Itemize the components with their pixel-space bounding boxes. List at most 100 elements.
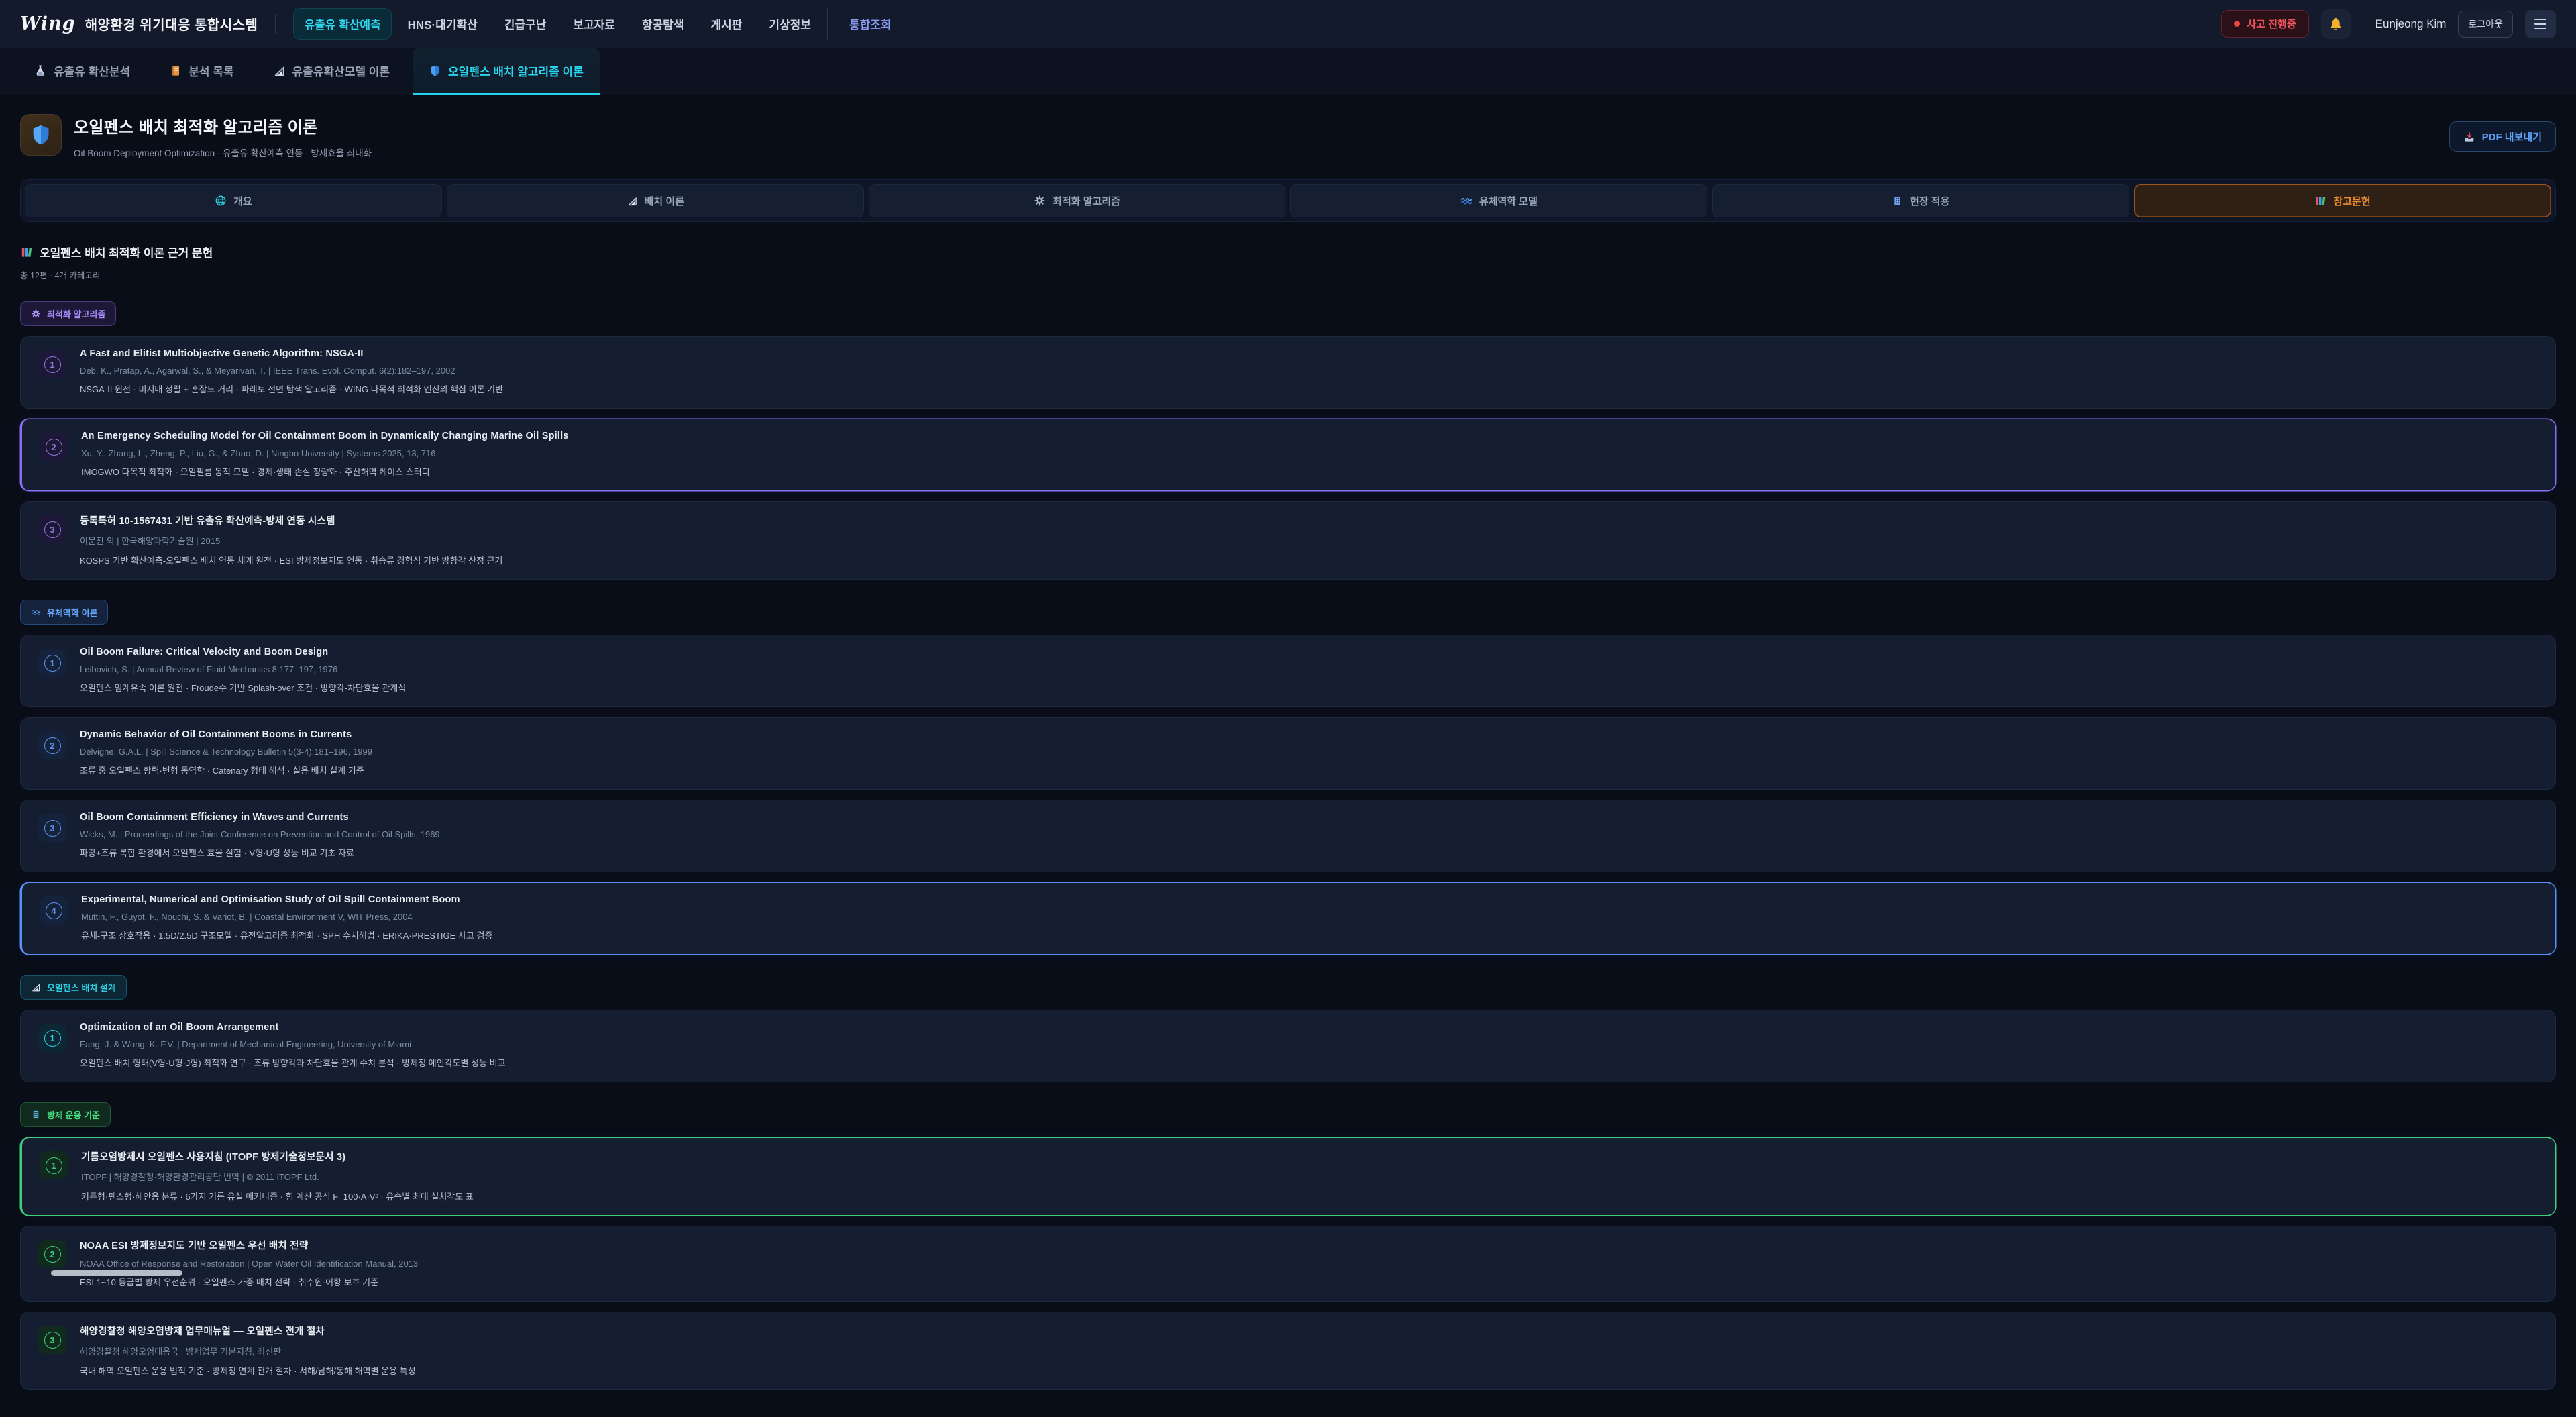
reference-description: NSGA-II 원전 · 비지배 정렬 + 혼잡도 거리 · 파레토 전면 탐색… xyxy=(80,382,503,395)
reference-description: KOSPS 기반 확산예측-오일펜스 배치 연동 체계 원전 · ESI 방제정… xyxy=(80,554,503,566)
page-title-block: 오일펜스 배치 최적화 알고리즘 이론 Oil Boom Deployment … xyxy=(74,114,372,159)
reference-card[interactable]: 3 Oil Boom Containment Efficiency in Wav… xyxy=(20,800,2556,872)
category-optimization-algorithms: 최적화 알고리즘 1 A Fast and Elitist Multiobjec… xyxy=(20,281,2556,580)
gear-icon xyxy=(31,309,41,319)
incident-status-label: 사고 진행중 xyxy=(2247,17,2296,31)
shield-icon xyxy=(429,64,441,77)
reference-title: Dynamic Behavior of Oil Containment Boom… xyxy=(80,729,372,740)
reference-meta: Muttin, F., Guyot, F., Nouchi, S. & Vari… xyxy=(81,912,492,922)
nav-item-weather-info[interactable]: 기상정보 xyxy=(758,8,822,40)
category-badge: 최적화 알고리즘 xyxy=(20,301,116,326)
tab-boom-algorithm-theory[interactable]: 오일펜스 배치 알고리즘 이론 xyxy=(413,48,600,95)
reference-card-highlighted[interactable]: 1 기름오염방제시 오일펜스 사용지침 (ITOPF 방제기술정보문서 3) I… xyxy=(20,1137,2556,1216)
reference-card-highlighted[interactable]: 4 Experimental, Numerical and Optimisati… xyxy=(20,882,2556,955)
menu-icon xyxy=(2534,19,2546,20)
reference-title: 등록특허 10-1567431 기반 유출유 확산예측-방제 연동 시스템 xyxy=(80,513,503,527)
references-title: 오일펜스 배치 최적화 이론 근거 문헌 xyxy=(40,244,213,260)
globe-icon xyxy=(215,195,227,207)
bell-icon xyxy=(2328,17,2343,32)
reference-meta: 이문진 외 | 한국해양과학기술원 | 2015 xyxy=(80,534,503,547)
menu-button[interactable] xyxy=(2525,10,2556,38)
top-nav: Wing 해양환경 위기대응 통합시스템 유출유 확산예측 HNS·대기확산 긴… xyxy=(0,0,2576,48)
ruler-icon xyxy=(31,982,41,992)
sub-tab-bar: 유출유 확산분석 분석 목록 유출유확산모델 이론 오일펜스 배치 알고리즘 이… xyxy=(0,48,2576,95)
horizontal-scrollbar-thumb[interactable] xyxy=(51,1270,182,1276)
reference-description: 조류 중 오일펜스 항력·변형 동역학 · Catenary 형태 해석 · 실… xyxy=(80,764,372,776)
building-icon xyxy=(1892,195,1903,207)
reference-card[interactable]: 3 해양경찰청 해양오염방제 업무매뉴얼 — 오일펜스 전개 절차 해양경찰청 … xyxy=(20,1312,2556,1390)
reference-number-badge: 3 xyxy=(38,814,66,842)
main-nav: 유출유 확산예측 HNS·대기확산 긴급구난 보고자료 항공탐색 게시판 기상정… xyxy=(293,8,902,40)
nav-item-emergency-rescue[interactable]: 긴급구난 xyxy=(494,8,557,40)
reference-card[interactable]: 1 Oil Boom Failure: Critical Velocity an… xyxy=(20,635,2556,707)
reference-number-badge: 2 xyxy=(38,731,66,759)
reference-number-badge: 1 xyxy=(38,1024,66,1052)
notification-bell-button[interactable] xyxy=(2321,9,2351,39)
reference-card-highlighted[interactable]: 2 An Emergency Scheduling Model for Oil … xyxy=(20,419,2556,491)
logout-button[interactable]: 로그아웃 xyxy=(2458,11,2513,38)
pdf-export-button[interactable]: PDF 내보내기 xyxy=(2449,121,2556,152)
incident-status-badge[interactable]: 사고 진행중 xyxy=(2221,10,2308,38)
section-tab-deployment-theory[interactable]: 배치 이론 xyxy=(447,184,864,217)
reference-description: ESI 1~10 등급별 방제 우선순위 · 오일펜스 가중 배치 전략 · 취… xyxy=(80,1275,418,1288)
reference-card[interactable]: 1 Optimization of an Oil Boom Arrangemen… xyxy=(20,1010,2556,1082)
section-tab-references[interactable]: 참고문헌 xyxy=(2134,184,2551,217)
reference-number-badge: 3 xyxy=(38,1326,66,1354)
tab-spill-analysis[interactable]: 유출유 확산분석 xyxy=(17,48,146,95)
section-tab-field-application[interactable]: 현장 적용 xyxy=(1712,184,2129,217)
category-badge: 오일펜스 배치 설계 xyxy=(20,975,127,1000)
reference-card[interactable]: 2 NOAA ESI 방제정보지도 기반 오일펜스 우선 배치 전략 NOAA … xyxy=(20,1226,2556,1302)
page-subtitle: Oil Boom Deployment Optimization · 유출유 확… xyxy=(74,146,372,159)
references-heading: 오일펜스 배치 최적화 이론 근거 문헌 xyxy=(20,244,2556,260)
reference-title: Oil Boom Containment Efficiency in Waves… xyxy=(80,812,440,823)
reference-title: Experimental, Numerical and Optimisation… xyxy=(81,894,492,905)
category-badge: 유체역학 이론 xyxy=(20,600,108,625)
gear-icon xyxy=(1034,195,1046,207)
tab-spill-model-theory[interactable]: 유출유확산모델 이론 xyxy=(257,48,406,95)
reference-description: IMOGWO 다목적 최적화 · 오일필름 동적 모델 · 경제·생태 손실 정… xyxy=(81,465,569,478)
reference-description: 오일펜스 임계유속 이론 원전 · Froude수 기반 Splash-over… xyxy=(80,681,406,694)
references-summary: 총 12편 · 4개 카테고리 xyxy=(20,268,2556,281)
nav-item-board[interactable]: 게시판 xyxy=(700,8,753,40)
reference-number-badge: 1 xyxy=(40,1151,68,1179)
reference-description: 국내 해역 오일펜스 운용 법적 기준 · 방제정 연계 전개 절차 · 서해/… xyxy=(80,1364,416,1377)
nav-item-integrated-search[interactable]: 통합조회 xyxy=(839,8,902,40)
reference-meta: Fang, J. & Wong, K.-F.V. | Department of… xyxy=(80,1039,506,1049)
nav-item-hns-dispersion[interactable]: HNS·대기확산 xyxy=(397,8,488,40)
reference-title: Oil Boom Failure: Critical Velocity and … xyxy=(80,647,406,658)
page-icon-tile xyxy=(20,114,62,156)
reference-card[interactable]: 2 Dynamic Behavior of Oil Containment Bo… xyxy=(20,717,2556,790)
flask-icon xyxy=(34,64,47,77)
reference-title: An Emergency Scheduling Model for Oil Co… xyxy=(81,431,569,441)
books-icon xyxy=(2314,195,2326,207)
section-tab-hydrodynamics-model[interactable]: 유체역학 모델 xyxy=(1290,184,1707,217)
reference-number-badge: 2 xyxy=(40,433,68,461)
red-dot-icon xyxy=(2234,21,2240,27)
category-badge: 방제 운용 기준 xyxy=(20,1102,111,1127)
reference-meta: NOAA Office of Response and Restoration … xyxy=(80,1259,418,1269)
nav-item-reports[interactable]: 보고자료 xyxy=(562,8,626,40)
page-title: 오일펜스 배치 최적화 알고리즘 이론 xyxy=(74,114,372,138)
wing-logo: Wing xyxy=(20,13,76,34)
app-title: 해양환경 위기대응 통합시스템 xyxy=(85,14,258,34)
reference-card[interactable]: 3 등록특허 10-1567431 기반 유출유 확산예측-방제 연동 시스템 … xyxy=(20,501,2556,580)
nav-item-oil-spill-prediction[interactable]: 유출유 확산예측 xyxy=(293,8,391,40)
top-right-cluster: 사고 진행중 Eunjeong Kim 로그아웃 xyxy=(2221,9,2556,39)
section-tab-overview[interactable]: 개요 xyxy=(25,184,442,217)
references-panel: 오일펜스 배치 최적화 이론 근거 문헌 총 12편 · 4개 카테고리 최적화… xyxy=(0,244,2576,1417)
wave-icon xyxy=(1460,195,1472,207)
reference-number-badge: 1 xyxy=(38,649,66,677)
reference-title: A Fast and Elitist Multiobjective Geneti… xyxy=(80,348,503,359)
books-icon xyxy=(20,246,33,258)
tab-analysis-list[interactable]: 분석 목록 xyxy=(153,48,250,95)
divider xyxy=(275,14,276,34)
section-tab-bar: 개요 배치 이론 최적화 알고리즘 유체역학 모델 xyxy=(20,179,2556,222)
user-name: Eunjeong Kim xyxy=(2375,17,2447,31)
ruler-icon xyxy=(627,195,638,207)
nav-item-aerial-search[interactable]: 항공탐색 xyxy=(631,8,695,40)
reference-meta: Deb, K., Pratap, A., Agarwal, S., & Meya… xyxy=(80,366,503,376)
reference-card[interactable]: 1 A Fast and Elitist Multiobjective Gene… xyxy=(20,336,2556,409)
reference-meta: Xu, Y., Zhang, L., Zheng, P., Liu, G., &… xyxy=(81,448,569,458)
reference-title: Optimization of an Oil Boom Arrangement xyxy=(80,1022,506,1033)
section-tab-optimization-algorithm[interactable]: 최적화 알고리즘 xyxy=(869,184,1286,217)
